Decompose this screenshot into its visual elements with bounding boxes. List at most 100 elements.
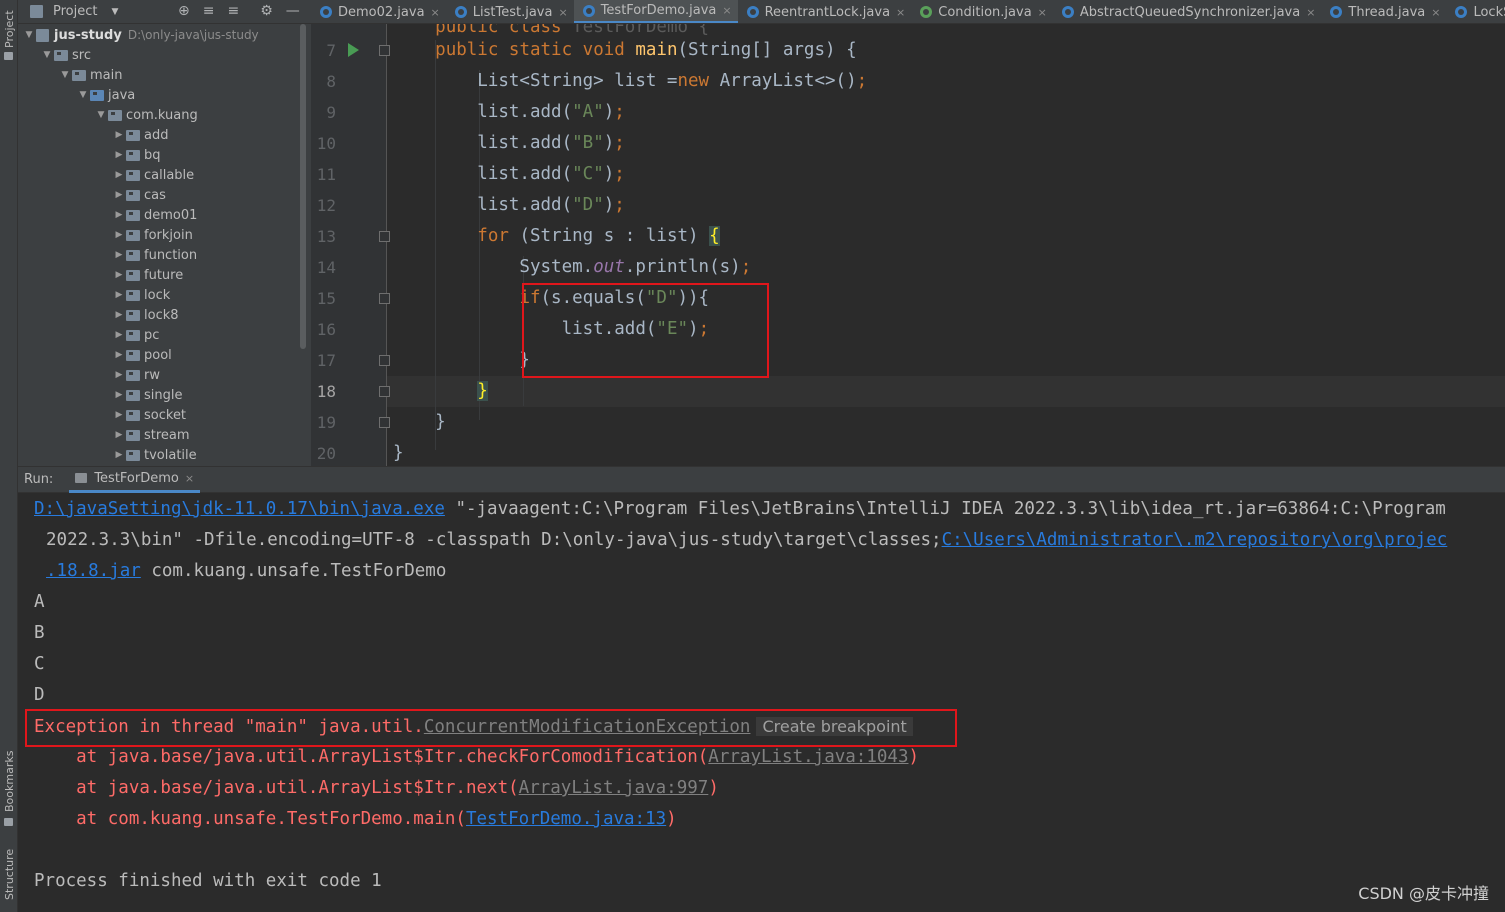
close-icon[interactable]: ×	[722, 4, 731, 17]
line-number[interactable]: 7	[311, 35, 336, 66]
fold-marker-icon[interactable]	[379, 417, 390, 428]
editor-tab-demo02[interactable]: Demo02.java ×	[311, 0, 446, 23]
chevron-down-icon[interactable]: ▼	[111, 7, 118, 17]
chevron-right-icon[interactable]: ▶	[112, 430, 126, 440]
chevron-right-icon[interactable]: ▶	[112, 150, 126, 160]
line-number[interactable]: 18	[311, 376, 336, 407]
tree-item-callable[interactable]: ▶ callable	[112, 165, 195, 185]
hide-panel-icon[interactable]: —	[286, 3, 300, 19]
fold-marker-icon[interactable]	[379, 45, 390, 56]
close-icon[interactable]: ×	[558, 6, 567, 19]
jar-link[interactable]: .18.8.jar	[46, 561, 141, 581]
chevron-right-icon[interactable]: ▶	[112, 290, 126, 300]
line-number[interactable]: 12	[311, 190, 336, 221]
chevron-right-icon[interactable]: ▶	[112, 130, 126, 140]
tree-item-cas[interactable]: ▶ cas	[112, 185, 166, 205]
project-tree-scrollbar[interactable]	[300, 24, 306, 349]
line-number[interactable]: 8	[311, 66, 336, 97]
editor-tab-listtest[interactable]: ListTest.java ×	[446, 0, 574, 23]
fold-marker-icon[interactable]	[379, 355, 390, 366]
chevron-down-icon[interactable]: ▼	[94, 110, 108, 120]
chevron-right-icon[interactable]: ▶	[112, 230, 126, 240]
tree-item-main[interactable]: ▼ main	[58, 65, 123, 85]
chevron-right-icon[interactable]: ▶	[112, 270, 126, 280]
tree-item-lock8[interactable]: ▶ lock8	[112, 305, 179, 325]
line-number[interactable]: 19	[311, 407, 336, 438]
tree-item-rw[interactable]: ▶ rw	[112, 365, 160, 385]
close-icon[interactable]: ×	[1431, 6, 1440, 19]
chevron-right-icon[interactable]: ▶	[112, 390, 126, 400]
line-number[interactable]: 13	[311, 221, 336, 252]
chevron-right-icon[interactable]: ▶	[112, 350, 126, 360]
chevron-right-icon[interactable]: ▶	[112, 190, 126, 200]
collapse-all-icon[interactable]: ≡	[227, 3, 239, 19]
chevron-right-icon[interactable]: ▶	[112, 310, 126, 320]
chevron-right-icon[interactable]: ▶	[112, 450, 126, 460]
tree-item-label: function	[144, 247, 198, 263]
expand-all-icon[interactable]: ≡	[203, 3, 215, 19]
chevron-right-icon[interactable]: ▶	[112, 370, 126, 380]
chevron-right-icon[interactable]: ▶	[112, 330, 126, 340]
tree-item-pool[interactable]: ▶ pool	[112, 345, 172, 365]
tree-item-function[interactable]: ▶ function	[112, 245, 198, 265]
chevron-down-icon[interactable]: ▼	[58, 70, 72, 80]
line-number[interactable]: 17	[311, 345, 336, 376]
chevron-right-icon[interactable]: ▶	[112, 250, 126, 260]
tree-item-src[interactable]: ▼ src	[40, 45, 91, 65]
java-exe-link[interactable]: D:\javaSetting\jdk-11.0.17\bin\java.exe	[34, 499, 445, 519]
source-location-link[interactable]: ArrayList.java:1043	[708, 747, 908, 767]
code-editor[interactable]: 7 8 9 10 11 12 13 14 15 16 17 18 19 20 public class T…	[311, 24, 1505, 466]
editor-tab-condition[interactable]: Condition.java ×	[911, 0, 1053, 23]
gear-icon[interactable]: ⚙	[260, 3, 273, 19]
editor-tab-reentrantlock[interactable]: ReentrantLock.java ×	[738, 0, 912, 23]
chevron-down-icon[interactable]: ▼	[76, 90, 90, 100]
editor-tab-locksupport[interactable]: LockSupport.java×	[1446, 0, 1505, 23]
tree-item-demo01[interactable]: ▶ demo01	[112, 205, 198, 225]
chevron-right-icon[interactable]: ▶	[112, 410, 126, 420]
tree-item-future[interactable]: ▶ future	[112, 265, 184, 285]
fold-marker-icon[interactable]	[379, 231, 390, 242]
tree-item-socket[interactable]: ▶ socket	[112, 405, 187, 425]
run-gutter-icon[interactable]	[348, 43, 359, 57]
tree-item-pc[interactable]: ▶ pc	[112, 325, 160, 345]
tree-item-bq[interactable]: ▶ bq	[112, 145, 161, 165]
tree-item-lock[interactable]: ▶ lock	[112, 285, 171, 305]
line-number[interactable]: 16	[311, 314, 336, 345]
chevron-right-icon[interactable]: ▶	[112, 170, 126, 180]
close-icon[interactable]: ×	[185, 472, 194, 485]
tree-item-forkjoin[interactable]: ▶ forkjoin	[112, 225, 193, 245]
fold-marker-icon[interactable]	[379, 386, 390, 397]
close-icon[interactable]: ×	[1038, 6, 1047, 19]
line-number[interactable]: 9	[311, 97, 336, 128]
tree-item-add[interactable]: ▶ add	[112, 125, 169, 145]
editor-tab-abstractqueuedsynchronizer[interactable]: AbstractQueuedSynchronizer.java ×	[1053, 0, 1322, 23]
line-number[interactable]: 10	[311, 128, 336, 159]
run-console[interactable]: D:\javaSetting\jdk-11.0.17\bin\java.exe …	[18, 493, 1505, 912]
project-view-selector[interactable]: Project	[53, 4, 97, 19]
line-number[interactable]: 14	[311, 252, 336, 283]
tree-item-stream[interactable]: ▶ stream	[112, 425, 190, 445]
line-number[interactable]: 20	[311, 438, 336, 466]
tree-item-label: demo01	[144, 207, 198, 223]
locate-file-icon[interactable]: ⊕	[178, 3, 190, 19]
tree-item-java[interactable]: ▼ java	[76, 85, 136, 105]
close-icon[interactable]: ×	[896, 6, 905, 19]
chevron-right-icon[interactable]: ▶	[112, 210, 126, 220]
classpath-link[interactable]: C:\Users\Administrator\.m2\repository\or…	[942, 530, 1448, 550]
run-tab-testfordemo[interactable]: TestForDemo ×	[69, 466, 201, 493]
line-number[interactable]: 11	[311, 159, 336, 190]
tree-root-jus-study[interactable]: ▼ jus-study D:\only-java\jus-study	[22, 25, 259, 45]
source-location-link[interactable]: ArrayList.java:997	[519, 778, 709, 798]
close-icon[interactable]: ×	[1306, 6, 1315, 19]
chevron-down-icon[interactable]: ▼	[40, 50, 54, 60]
close-icon[interactable]: ×	[431, 6, 440, 19]
tree-item-com-kuang[interactable]: ▼ com.kuang	[94, 105, 198, 125]
fold-marker-icon[interactable]	[379, 293, 390, 304]
tree-item-single[interactable]: ▶ single	[112, 385, 183, 405]
source-location-link[interactable]: TestForDemo.java:13	[466, 809, 666, 829]
tree-item-tvolatile[interactable]: ▶ tvolatile	[112, 445, 197, 465]
line-number[interactable]: 15	[311, 283, 336, 314]
editor-tab-testfordemo[interactable]: TestForDemo.java ×	[573, 0, 738, 23]
chevron-down-icon[interactable]: ▼	[22, 30, 36, 40]
editor-tab-thread[interactable]: Thread.java ×	[1321, 0, 1446, 23]
